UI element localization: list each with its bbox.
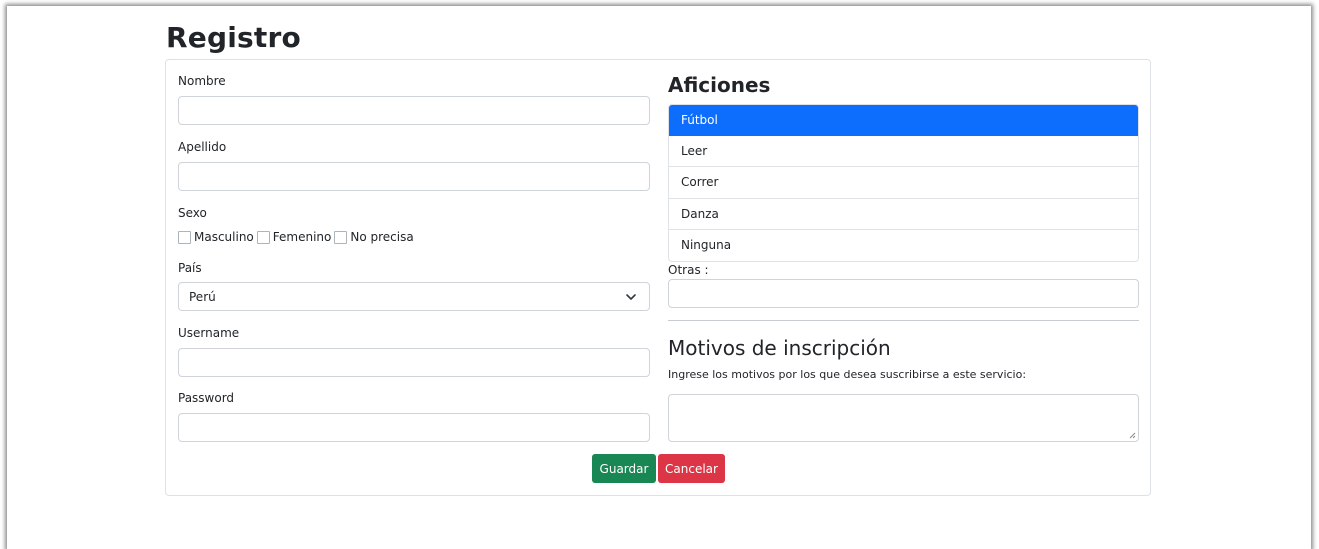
username-label: Username [178,326,240,340]
aficiones-title: Aficiones [668,73,771,97]
list-item-danza[interactable]: Danza [669,198,1138,230]
checkbox-femenino[interactable] [256,230,270,244]
pais-selected-value: Perú [189,289,216,304]
otras-label: Otras : [668,263,709,277]
username-input[interactable] [178,348,650,377]
list-item-ninguna[interactable]: Ninguna [669,229,1138,261]
nombre-input[interactable] [178,96,650,125]
pais-label: País [178,261,202,275]
motivos-textarea[interactable] [668,394,1139,442]
section-divider [668,320,1139,321]
page-title: Registro [166,21,301,54]
motivos-description: Ingrese los motivos por los que desea su… [668,368,1027,381]
sexo-option-masculino[interactable]: Masculino [178,230,257,244]
list-item-futbol[interactable]: Fútbol [669,105,1138,137]
apellido-label: Apellido [178,140,227,154]
sexo-options: Masculino Femenino No precisa [178,230,417,244]
save-button[interactable]: Guardar [592,454,656,483]
sexo-option-label: Femenino [272,230,332,244]
sexo-option-label: Masculino [194,230,254,244]
sexo-label: Sexo [178,206,207,220]
nombre-label: Nombre [178,74,226,88]
resize-grip-icon[interactable] [1129,432,1136,439]
pais-select[interactable]: Perú [178,282,650,311]
apellido-input[interactable] [178,162,650,191]
aficiones-list: Fútbol Leer Correr Danza Ninguna [668,104,1139,262]
motivos-title: Motivos de inscripción [668,336,891,360]
password-input[interactable] [178,413,650,442]
list-item-leer[interactable]: Leer [669,136,1138,168]
checkbox-no-precisa[interactable] [334,230,348,244]
list-item-correr[interactable]: Correr [669,167,1138,199]
sexo-option-femenino[interactable]: Femenino [256,230,335,244]
password-label: Password [178,391,235,405]
checkbox-masculino[interactable] [178,230,191,244]
chevron-down-icon [626,293,636,300]
sexo-option-no-precisa[interactable]: No precisa [334,230,416,244]
otras-input[interactable] [668,279,1139,308]
sexo-option-label: No precisa [350,230,414,244]
cancel-button[interactable]: Cancelar [658,454,725,483]
